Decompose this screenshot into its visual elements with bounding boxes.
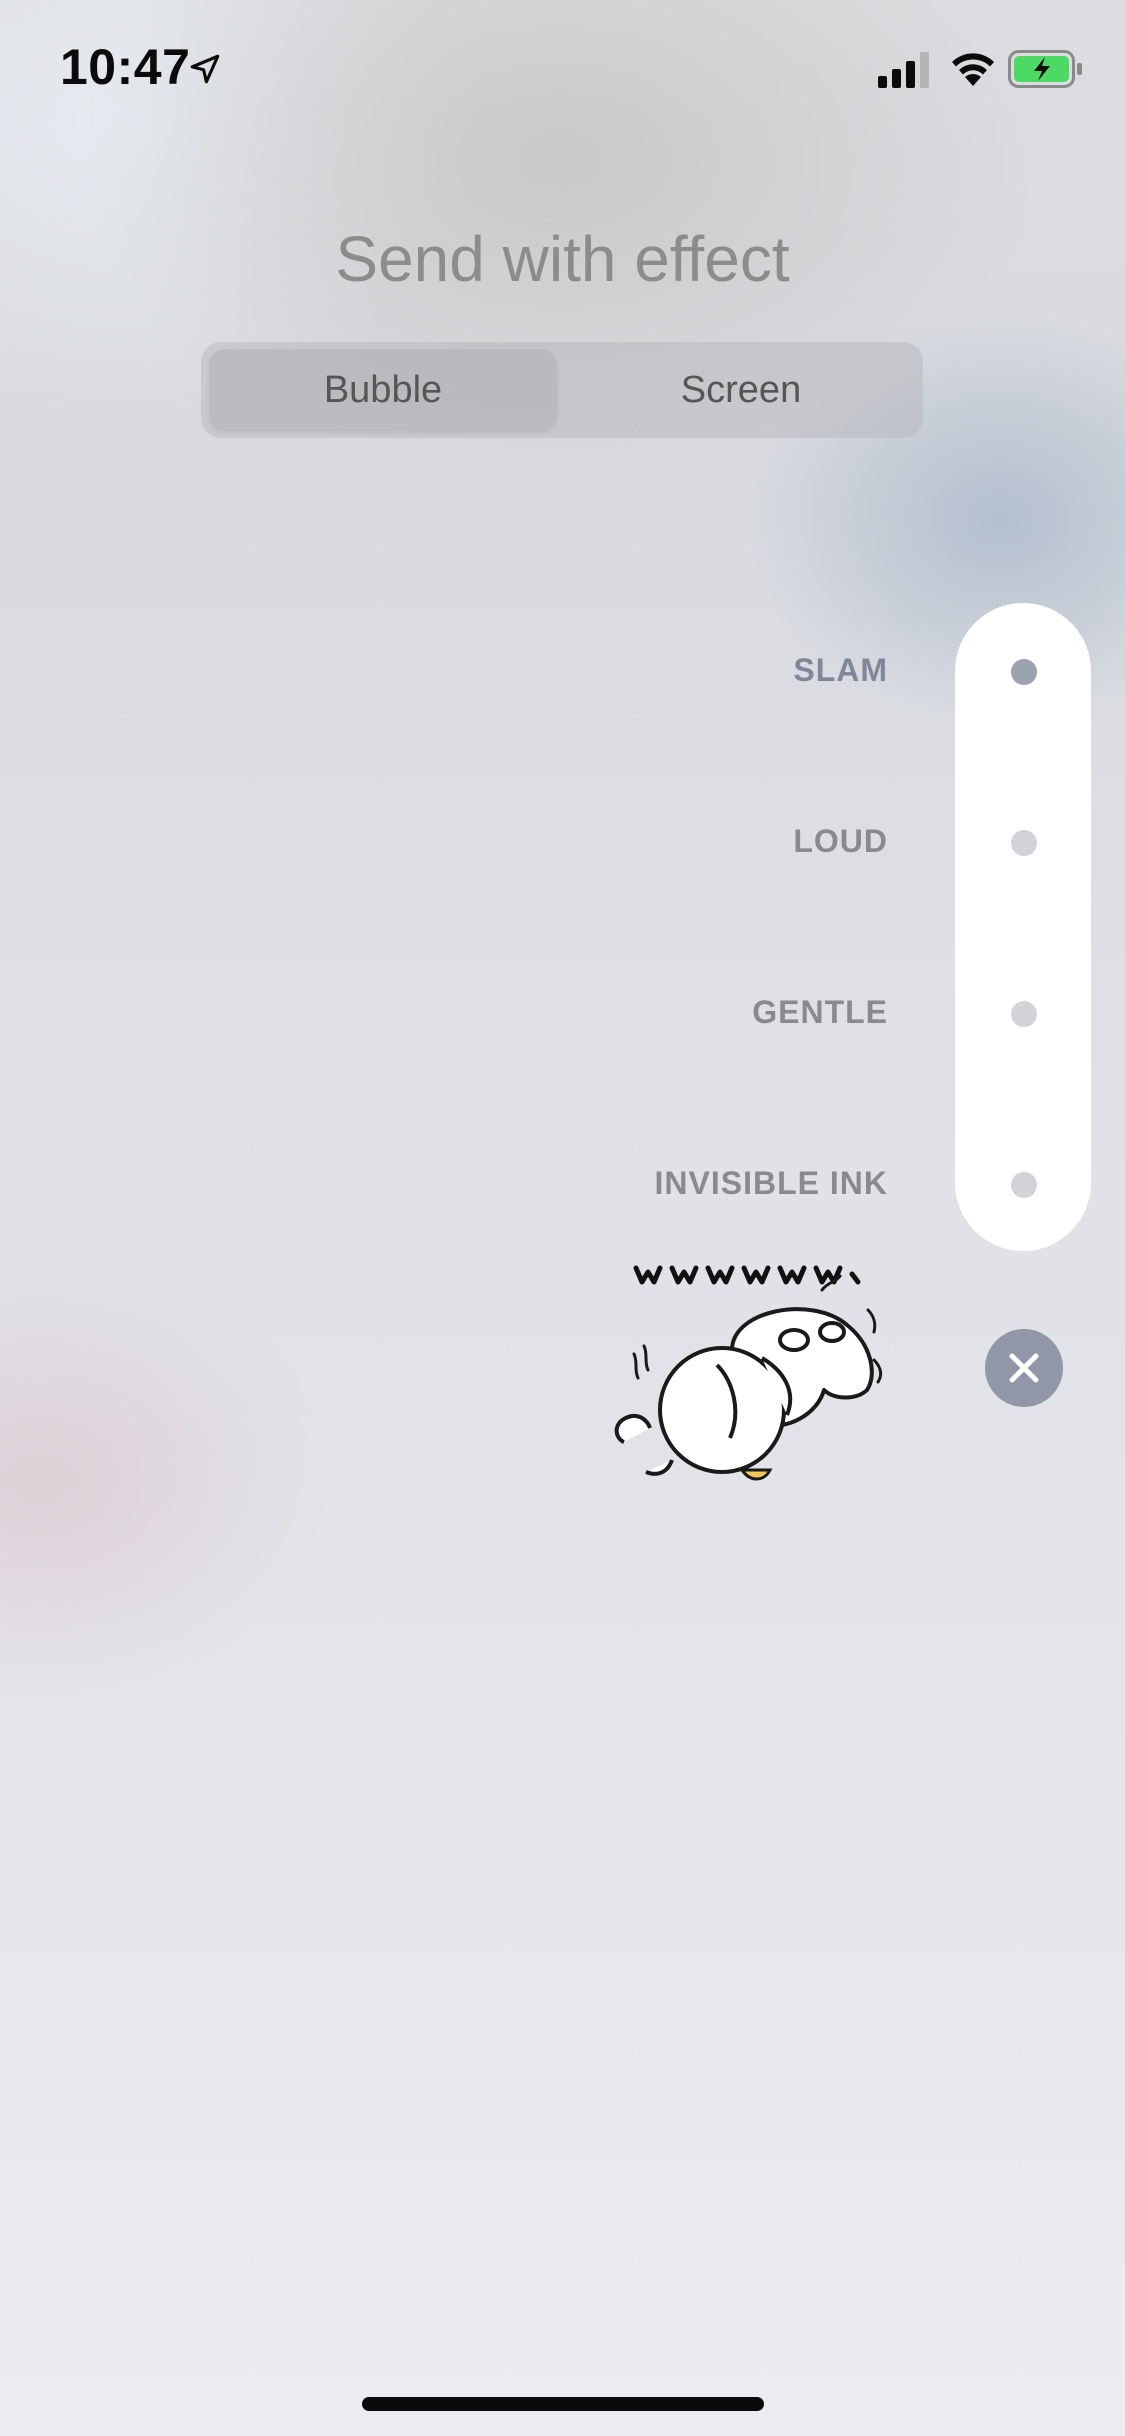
location-arrow-icon <box>190 54 220 84</box>
battery-charging-icon <box>1008 50 1082 88</box>
page-title: Send with effect <box>335 223 790 295</box>
effect-label: INVISIBLE INK <box>654 1165 888 1201</box>
sticker-lettering <box>633 1265 861 1285</box>
wifi-icon <box>952 53 994 86</box>
effect-option-invisible-ink[interactable]: INVISIBLE INK <box>560 1145 1120 1225</box>
effect-label: SLAM <box>793 652 888 688</box>
status-bar: 10:47 <box>0 0 1125 140</box>
cellular-signal-icon <box>878 52 929 88</box>
tab-screen[interactable]: Screen <box>567 349 915 431</box>
tab-bubble[interactable]: Bubble <box>209 349 557 431</box>
effect-label: LOUD <box>793 823 888 859</box>
effect-option-loud[interactable]: LOUD <box>560 803 1120 883</box>
effect-dot[interactable] <box>1011 830 1037 856</box>
effect-option-gentle[interactable]: GENTLE <box>560 974 1120 1054</box>
effect-option-slam[interactable]: SLAM <box>560 632 1120 712</box>
effect-label: GENTLE <box>752 994 888 1030</box>
crying-bear-sticker-icon <box>614 1265 883 1481</box>
close-icon <box>1009 1353 1039 1383</box>
effect-dot[interactable] <box>1011 659 1037 685</box>
close-button[interactable] <box>985 1329 1063 1407</box>
effect-dot[interactable] <box>1011 1172 1037 1198</box>
home-indicator[interactable] <box>362 2397 764 2411</box>
effect-dot[interactable] <box>1011 1001 1037 1027</box>
status-time: 10:47 <box>60 39 191 95</box>
effect-type-segmented-control: Bubble Screen <box>201 342 923 438</box>
